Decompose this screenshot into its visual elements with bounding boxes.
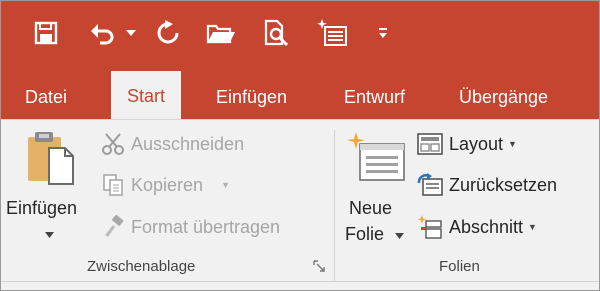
slides-group-label: Folien: [439, 258, 480, 275]
ribbon-tabs: Datei Start Einfügen Entwurf Übergänge: [1, 65, 599, 119]
new-slide-label-line1: Neue: [349, 198, 393, 218]
layout-dropdown-icon: ▼: [508, 139, 517, 149]
ribbon-body: Einfügen Ausschneiden Kopieren ▼ Format …: [1, 119, 599, 290]
copy-dropdown-icon[interactable]: ▼: [221, 180, 230, 190]
new-slide-button[interactable]: Neue Folie: [341, 126, 411, 246]
section-button[interactable]: Abschnitt ▼: [417, 214, 537, 240]
print-preview-icon[interactable]: [261, 15, 293, 51]
paste-label: Einfügen: [6, 198, 78, 218]
customize-toolbar-icon[interactable]: [375, 15, 391, 51]
reset-button[interactable]: Zurücksetzen: [417, 172, 557, 198]
save-icon[interactable]: [31, 15, 61, 51]
reset-label: Zurücksetzen: [449, 174, 558, 195]
format-painter-label: Format übertragen: [131, 216, 281, 237]
new-slide-label-line2: Folie: [345, 224, 385, 244]
tab-file[interactable]: Datei: [25, 75, 67, 119]
format-painter-icon: [105, 215, 124, 237]
tab-transitions[interactable]: Übergänge: [459, 75, 548, 119]
layout-label: Layout: [449, 133, 504, 154]
reset-icon: [417, 173, 443, 196]
section-label: Abschnitt: [449, 216, 524, 237]
ribbon-bottom-border: [1, 281, 599, 282]
redo-icon[interactable]: [153, 15, 183, 51]
undo-icon[interactable]: [87, 15, 119, 51]
layout-button[interactable]: Layout ▼: [417, 131, 517, 157]
tab-design[interactable]: Entwurf: [344, 75, 405, 119]
dialog-launcher-icon[interactable]: [313, 260, 325, 272]
layout-icon: [417, 133, 443, 155]
powerpoint-ribbon: Datei Start Einfügen Entwurf Übergänge E…: [0, 0, 600, 291]
copy-icon: [103, 174, 123, 196]
tab-start[interactable]: Start: [111, 71, 182, 119]
paste-icon: [28, 132, 74, 185]
clipboard-group-label: Zwischenablage: [87, 258, 196, 275]
scissors-icon: [102, 133, 124, 155]
tab-insert[interactable]: Einfügen: [216, 75, 287, 119]
copy-button[interactable]: Kopieren ▼: [101, 172, 230, 198]
group-separator: [334, 130, 335, 282]
undo-dropdown-icon[interactable]: [123, 15, 139, 51]
new-slide-icon: [347, 132, 405, 181]
format-painter-button[interactable]: Format übertragen: [101, 214, 280, 240]
section-dropdown-icon: ▼: [528, 222, 537, 232]
quick-access-toolbar: [1, 1, 599, 65]
chevron-down-icon: [45, 232, 54, 238]
section-icon: [417, 215, 442, 239]
cut-label: Ausschneiden: [131, 133, 245, 154]
copy-label: Kopieren: [131, 174, 204, 195]
paste-button[interactable]: Einfügen: [5, 126, 95, 244]
chevron-down-icon: [395, 233, 404, 239]
new-slide-icon[interactable]: [315, 15, 349, 51]
open-folder-icon[interactable]: [205, 15, 237, 51]
cut-button[interactable]: Ausschneiden: [101, 131, 244, 157]
